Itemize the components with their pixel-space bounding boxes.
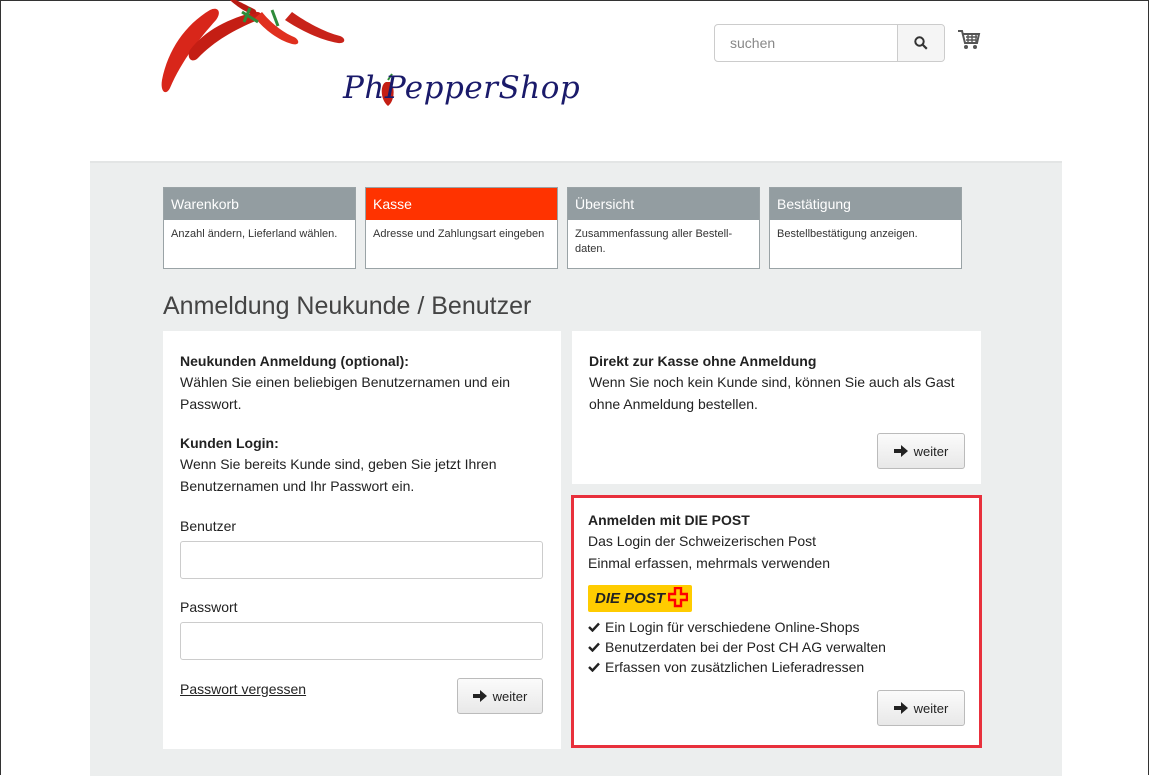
customer-login-heading: Kunden Login: <box>180 435 279 451</box>
forgot-password-link[interactable]: Passwort vergessen <box>180 681 306 697</box>
post-feature-item: Ein Login für verschiedene Online-Shops <box>588 619 860 635</box>
swiss-cross-icon <box>668 587 688 608</box>
username-input[interactable] <box>181 542 542 578</box>
shopping-cart-icon[interactable] <box>957 29 981 51</box>
guest-section: Direkt zur Kasse ohne Anmeldung Wenn Sie… <box>589 351 969 415</box>
step-bestaetigung[interactable]: Bestätigung Bestellbestätigung anzeigen. <box>769 187 962 269</box>
username-label: Benutzer <box>180 518 237 534</box>
step-label: Bestätigung <box>770 188 961 220</box>
step-kasse[interactable]: Kasse Adresse und Zahlungsart eingeben <box>365 187 558 269</box>
step-description: Zusammenfassung aller Bestell-daten. <box>575 228 733 255</box>
page-title: Anmeldung Neukunde / Benutzer <box>163 292 532 320</box>
search-input[interactable] <box>715 25 897 61</box>
guest-submit-button[interactable]: weiter <box>877 433 965 469</box>
password-field <box>180 622 543 660</box>
search-button[interactable] <box>897 25 944 61</box>
password-input[interactable] <box>181 623 542 659</box>
post-line-1: Das Login der Schweizerischen Post <box>588 533 817 549</box>
feature-text: Erfassen von zusätzlichen Lieferadressen <box>605 659 865 675</box>
guest-text: Wenn Sie noch kein Kunde sind, können Si… <box>589 374 955 412</box>
customer-login-text: Wenn Sie bereits Kunde sind, geben Sie j… <box>180 456 497 494</box>
button-label: weiter <box>913 443 949 459</box>
post-heading: Anmelden mit DIE POST <box>588 512 750 528</box>
step-description: Anzahl ändern, Lieferland wählen. <box>171 228 338 240</box>
checkmark-icon <box>588 662 600 672</box>
arrow-right-icon <box>893 445 908 457</box>
password-label: Passwort <box>180 599 238 615</box>
button-label: weiter <box>913 700 949 716</box>
search-bar <box>714 24 945 62</box>
arrow-right-icon <box>472 690 487 702</box>
guest-heading: Direkt zur Kasse ohne Anmeldung <box>589 353 817 369</box>
step-description: Bestellbestätigung anzeigen. <box>777 228 918 240</box>
step-label: Warenkorb <box>164 188 355 220</box>
step-uebersicht[interactable]: Übersicht Zusammenfassung aller Bestell-… <box>567 187 760 269</box>
search-icon <box>914 36 928 50</box>
logo-text: PhPepperShop <box>343 70 581 106</box>
die-post-logo: DIE POST <box>588 585 692 612</box>
button-label: weiter <box>492 688 528 704</box>
login-submit-button[interactable]: weiter <box>457 678 543 714</box>
feature-text: Benutzerdaten bei der Post CH AG verwalt… <box>605 639 886 655</box>
checkmark-icon <box>588 622 600 632</box>
arrow-right-icon <box>893 702 908 714</box>
post-submit-button[interactable]: weiter <box>877 690 965 726</box>
feature-text: Ein Login für verschiedene Online-Shops <box>605 619 860 635</box>
post-feature-item: Benutzerdaten bei der Post CH AG verwalt… <box>588 639 886 655</box>
post-feature-item: Erfassen von zusätzlichen Lieferadressen <box>588 659 864 675</box>
new-customer-heading: Neukunden Anmeldung (optional): <box>180 353 409 369</box>
step-label: Übersicht <box>568 188 759 220</box>
customer-login-section: Kunden Login: Wenn Sie bereits Kunde sin… <box>180 433 550 497</box>
step-label: Kasse <box>366 188 557 220</box>
post-section: Anmelden mit DIE POST Das Login der Schw… <box>588 510 968 574</box>
step-description: Adresse und Zahlungsart eingeben <box>373 228 545 240</box>
new-customer-text: Wählen Sie einen beliebigen Benutzername… <box>180 374 511 412</box>
divider <box>90 161 1062 163</box>
checkmark-icon <box>588 642 600 652</box>
username-field <box>180 541 543 579</box>
post-line-2: Einmal erfassen, mehrmals verwenden <box>588 555 830 571</box>
new-customer-section: Neukunden Anmeldung (optional): Wählen S… <box>180 351 550 415</box>
step-warenkorb[interactable]: Warenkorb Anzahl ändern, Lieferland wähl… <box>163 187 356 269</box>
post-logo-text: DIE POST <box>595 590 666 607</box>
